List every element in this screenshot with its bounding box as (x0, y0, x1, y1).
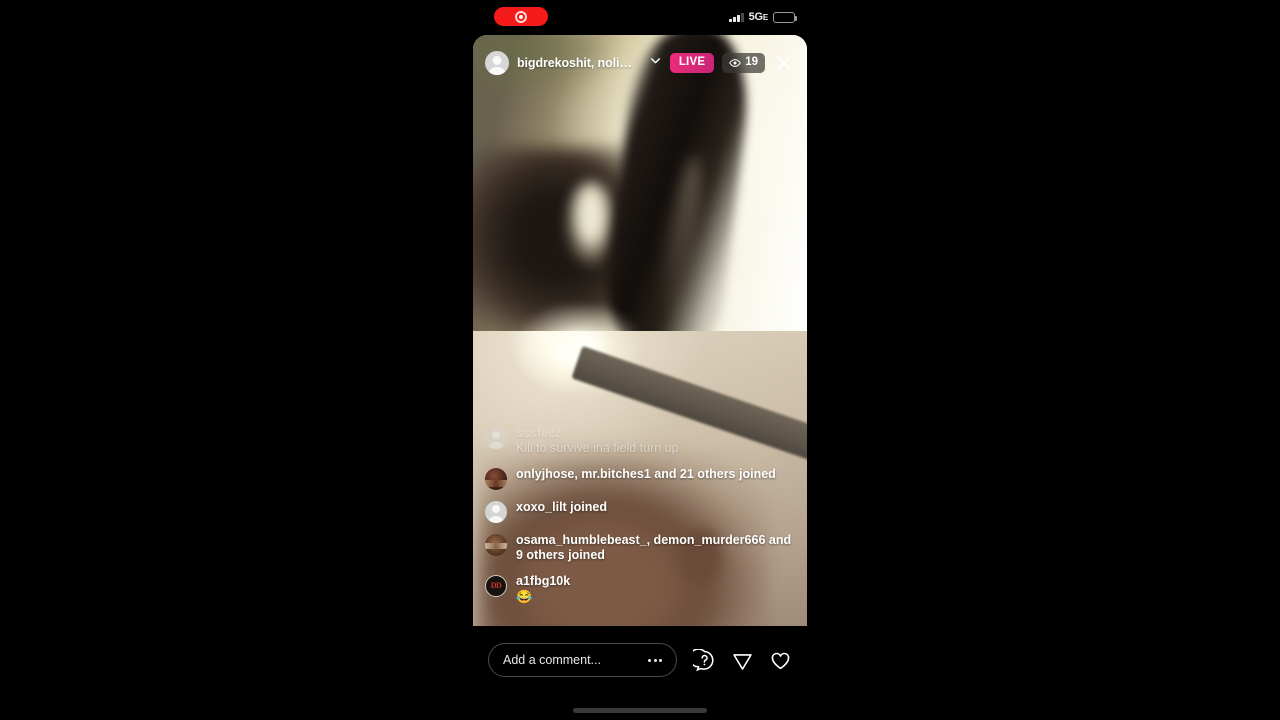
ellipsis-icon[interactable] (648, 658, 662, 662)
commenter-avatar[interactable] (485, 426, 507, 449)
join-notice-text: onlyjhose, mr.bitches1 and 21 others joi… (516, 466, 776, 481)
list-item[interactable]: sssfeez Kill to survive ina field turn u… (485, 426, 795, 457)
network-type-label: 5GE (748, 11, 769, 23)
screen-recording-indicator[interactable] (494, 7, 548, 26)
comment-body: a1fbg10k 😂 (516, 574, 570, 606)
eye-icon (729, 59, 741, 67)
comment-body: xoxo_lilt joined (516, 500, 607, 516)
screen-root: 5GE bigdrekoshit, nolimit LIVE 19 sssfee… (0, 0, 1280, 720)
record-ring-icon (515, 10, 527, 23)
status-bar: 5GE (473, 0, 807, 36)
commenter-avatar[interactable] (485, 574, 507, 597)
commenter-avatar[interactable] (485, 500, 507, 523)
live-header: bigdrekoshit, nolimit_k... LIVE 19 (473, 35, 807, 91)
live-badge: LIVE (669, 53, 715, 73)
chevron-down-icon[interactable] (649, 54, 662, 72)
join-notice-text: osama_humblebeast_, demon_murder666 and … (516, 532, 792, 563)
comment-text: 😂 (516, 589, 533, 605)
status-bar-right: 5GE (729, 11, 797, 23)
record-dot-icon (519, 14, 523, 19)
bottom-action-bar: Add a comment... (473, 640, 807, 680)
battery-cap (795, 15, 797, 21)
question-mark-bubble-icon[interactable] (688, 647, 716, 672)
list-item[interactable]: onlyjhose, mr.bitches1 and 21 others joi… (485, 467, 795, 490)
comment-body: onlyjhose, mr.bitches1 and 21 others joi… (516, 467, 776, 483)
live-comments-list: sssfeez Kill to survive ina field turn u… (473, 426, 807, 626)
viewer-count-badge[interactable]: 19 (722, 53, 765, 73)
video-face-highlight (565, 181, 617, 267)
viewer-count-value: 19 (745, 56, 758, 69)
bottom-icon-group (688, 647, 792, 672)
cellular-signal-bars-icon (729, 12, 744, 22)
comment-body: sssfeez Kill to survive ina field turn u… (516, 426, 679, 457)
paper-plane-icon[interactable] (731, 649, 754, 672)
list-item[interactable]: xoxo_lilt joined (485, 500, 795, 523)
broadcaster-usernames[interactable]: bigdrekoshit, nolimit_k... (517, 56, 643, 70)
heart-icon[interactable] (769, 649, 792, 672)
list-item[interactable]: a1fbg10k 😂 (485, 574, 795, 606)
battery-icon (773, 11, 797, 23)
close-icon[interactable] (773, 52, 795, 74)
commenter-avatar[interactable] (485, 467, 507, 490)
commenter-avatar[interactable] (485, 533, 507, 556)
comment-body: osama_humblebeast_, demon_murder666 and … (516, 533, 795, 564)
comment-text: Kill to survive ina field turn up (516, 440, 679, 455)
commenter-username[interactable]: sssfeez (516, 426, 679, 441)
live-video-frame[interactable]: bigdrekoshit, nolimit_k... LIVE 19 (473, 35, 807, 626)
comment-input[interactable]: Add a comment... (488, 643, 677, 677)
join-notice-text: xoxo_lilt joined (516, 499, 607, 514)
broadcaster-avatar[interactable] (485, 51, 509, 75)
commenter-username[interactable]: a1fbg10k (516, 574, 570, 589)
phone-viewport: 5GE bigdrekoshit, nolimit LIVE 19 sssfee… (473, 0, 807, 720)
comment-input-placeholder: Add a comment... (503, 653, 601, 667)
list-item[interactable]: osama_humblebeast_, demon_murder666 and … (485, 533, 795, 564)
home-indicator-bar[interactable] (573, 708, 707, 713)
